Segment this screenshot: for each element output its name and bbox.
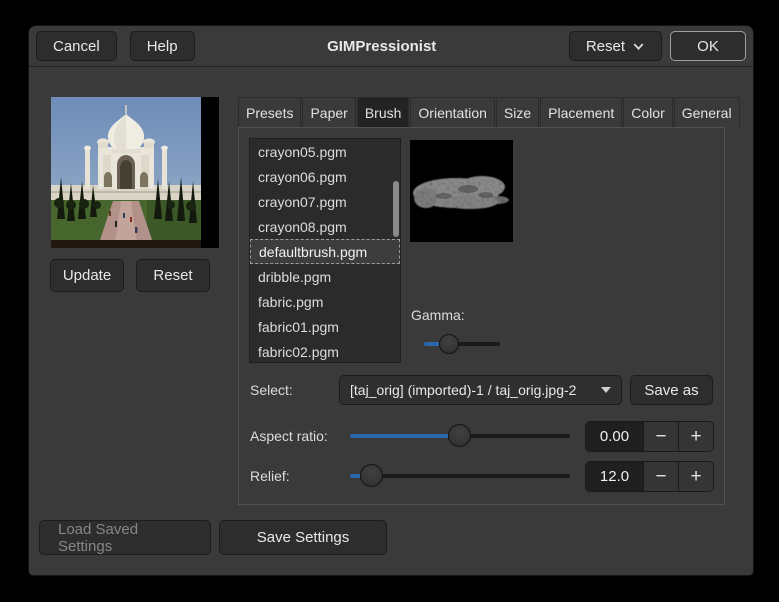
reset-label: Reset (585, 37, 625, 55)
tab-general[interactable]: General (673, 97, 740, 127)
aspect-ratio-slider[interactable] (350, 421, 570, 451)
tab-size[interactable]: Size (495, 97, 540, 127)
scrollbar-thumb[interactable] (393, 181, 399, 237)
save-settings-button[interactable]: Save Settings (219, 520, 387, 555)
load-saved-settings-button[interactable]: Load Saved Settings (39, 520, 211, 555)
gimpressionist-dialog: Cancel Help GIMPressionist Reset OK Upda… (28, 25, 754, 576)
aspect-ratio-decrement-button[interactable]: − (643, 422, 678, 451)
brush-list-item[interactable]: crayon08.pgm (250, 214, 400, 239)
tab-orientation[interactable]: Orientation (410, 97, 495, 127)
header-bar: Cancel Help GIMPressionist Reset OK (29, 26, 753, 67)
gamma-slider[interactable] (424, 329, 500, 359)
brush-list-item[interactable]: fabric02.pgm (250, 339, 400, 362)
gamma-slider-knob[interactable] (439, 334, 460, 354)
tab-color[interactable]: Color (623, 97, 673, 127)
help-button[interactable]: Help (129, 31, 195, 61)
window-title: GIMPressionist (327, 37, 437, 55)
save-as-button[interactable]: Save as (630, 375, 713, 405)
brush-list-item[interactable]: crayon06.pgm (250, 164, 400, 189)
brush-list-item[interactable]: crayon07.pgm (250, 189, 400, 214)
aspect-ratio-spinner: 0.00 − + (585, 421, 714, 452)
tab-bar: Presets Paper Brush Orientation Size Pla… (238, 97, 740, 127)
tab-presets[interactable]: Presets (238, 97, 302, 127)
brush-list-item[interactable]: dribble.pgm (250, 264, 400, 289)
ok-button[interactable]: OK (670, 31, 746, 61)
dropdown-arrow-icon (601, 387, 611, 393)
minus-icon: − (655, 465, 667, 487)
brush-tab-panel: crayon05.pgm crayon06.pgm crayon07.pgm c… (238, 127, 725, 505)
brush-list-item[interactable]: crayon05.pgm (250, 139, 400, 164)
relief-label: Relief: (250, 468, 290, 484)
minus-icon: − (655, 425, 667, 447)
relief-slider-knob[interactable] (360, 464, 383, 487)
chevron-down-icon (633, 43, 644, 50)
relief-spinner: 12.0 − + (585, 461, 714, 492)
relief-value-field[interactable]: 12.0 (586, 462, 643, 491)
tab-placement[interactable]: Placement (540, 97, 623, 127)
brush-stroke-preview (410, 140, 513, 242)
image-preview (51, 97, 219, 248)
aspect-ratio-slider-knob[interactable] (448, 424, 471, 447)
cancel-button[interactable]: Cancel (36, 31, 117, 61)
aspect-ratio-label: Aspect ratio: (250, 428, 328, 444)
brush-list-item[interactable]: fabric.pgm (250, 289, 400, 314)
dropdown-value: [taj_orig] (imported)-1 / taj_orig.jpg-2 (350, 382, 577, 398)
plus-icon: + (690, 425, 702, 447)
aspect-ratio-increment-button[interactable]: + (678, 422, 713, 451)
plus-icon: + (690, 465, 702, 487)
brush-list-item-selected[interactable]: defaultbrush.pgm (250, 239, 400, 264)
select-label: Select: (250, 382, 293, 398)
brush-source-dropdown[interactable]: [taj_orig] (imported)-1 / taj_orig.jpg-2 (339, 375, 622, 405)
brush-list-item[interactable]: fabric01.pgm (250, 314, 400, 339)
preview-reset-button[interactable]: Reset (136, 259, 210, 292)
relief-slider[interactable] (350, 461, 570, 491)
update-button[interactable]: Update (50, 259, 124, 292)
dialog-content: Update Reset Presets Paper Brush Orienta… (29, 67, 753, 576)
relief-decrement-button[interactable]: − (643, 462, 678, 491)
brush-list-scrollbar[interactable] (393, 141, 399, 360)
brush-list[interactable]: crayon05.pgm crayon06.pgm crayon07.pgm c… (249, 138, 401, 363)
relief-increment-button[interactable]: + (678, 462, 713, 491)
aspect-ratio-value-field[interactable]: 0.00 (586, 422, 643, 451)
tab-paper[interactable]: Paper (302, 97, 356, 127)
taj-mahal-preview-image (51, 97, 201, 248)
settings-notebook: Presets Paper Brush Orientation Size Pla… (238, 97, 740, 505)
gamma-label: Gamma: (411, 307, 465, 323)
tab-brush[interactable]: Brush (356, 97, 410, 127)
reset-dropdown-button[interactable]: Reset (568, 31, 662, 61)
